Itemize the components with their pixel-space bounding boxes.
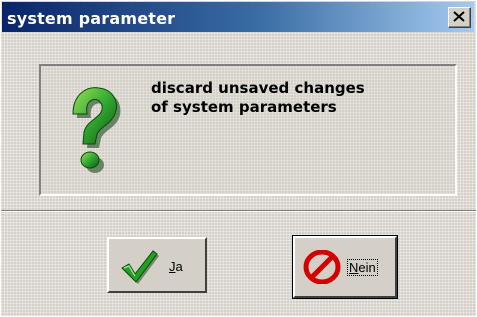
close-button[interactable] [448,7,471,28]
no-mnemonic: N [349,260,359,275]
no-entry-icon [303,250,341,284]
title-bar[interactable]: system parameter [2,2,474,32]
divider [1,210,476,212]
no-button[interactable]: Nein [292,235,398,299]
window-title: system parameter [7,9,176,28]
message-panel: discard unsaved changes of system parame… [39,64,457,196]
no-button-label: Nein [347,259,378,276]
message-line-1: discard unsaved changes [151,79,365,97]
yes-label-rest: a [175,259,183,274]
no-label-rest: ein [358,260,376,275]
checkmark-icon [121,250,159,284]
close-icon [453,11,465,22]
message-line-2: of system parameters [151,98,337,116]
dialog-window: system parameter discard unsaved changes… [0,0,476,316]
yes-button[interactable]: Ja [107,237,207,293]
question-icon [72,87,121,173]
yes-button-label: Ja [169,259,183,274]
message-text: discard unsaved changes of system parame… [151,79,365,117]
